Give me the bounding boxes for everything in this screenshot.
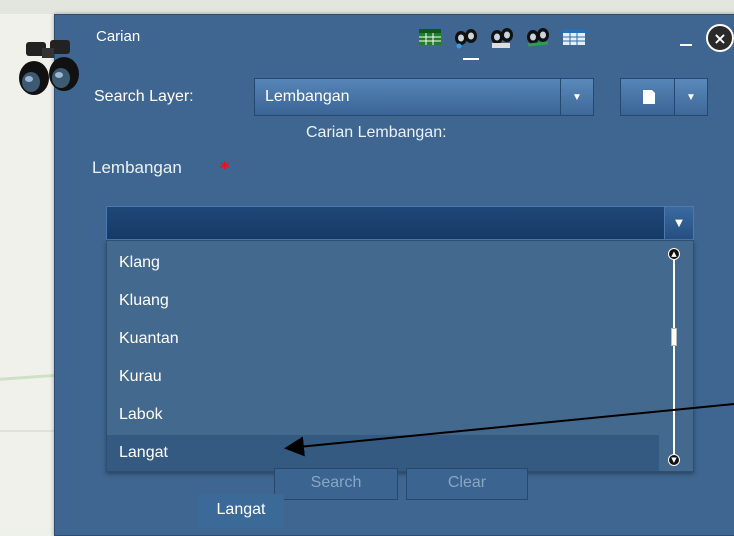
scroll-down-icon[interactable]: ▼ — [668, 454, 680, 466]
clear-button[interactable]: Clear — [406, 468, 528, 500]
scrollbar-track — [673, 258, 675, 458]
panel-title: Carian — [96, 28, 141, 45]
lembangan-field-label: Lembangan — [92, 158, 182, 177]
list-item[interactable]: Klang — [107, 245, 659, 281]
list-item[interactable]: Labok — [107, 397, 659, 433]
binoculars-query-icon[interactable] — [488, 24, 516, 50]
chevron-down-icon[interactable]: ▼ — [674, 79, 707, 115]
chevron-down-icon[interactable]: ▼ — [560, 79, 593, 115]
form-title: Carian Lembangan: — [306, 124, 447, 141]
search-button[interactable]: Search — [274, 468, 398, 500]
active-tool-indicator — [463, 58, 479, 60]
chevron-down-icon[interactable]: ▼ — [664, 207, 693, 239]
map-road — [0, 430, 60, 432]
scroll-up-icon[interactable]: ▲ — [668, 248, 680, 260]
list-item[interactable]: Kuantan — [107, 321, 659, 357]
dropdown-scrollbar[interactable]: ▲ ▼ — [668, 248, 680, 466]
table-icon[interactable] — [416, 24, 444, 50]
document-icon[interactable] — [621, 79, 677, 115]
binoculars-pin-icon[interactable] — [452, 24, 480, 50]
search-layer-label: Search Layer: — [94, 88, 194, 105]
list-item[interactable]: Kurau — [107, 359, 659, 395]
list-item-selected[interactable]: Langat — [107, 435, 659, 471]
selected-value-tab[interactable]: Langat — [198, 494, 284, 528]
lembangan-dropdown-list: Klang Kluang Kuantan Kurau Labok Langat — [106, 240, 694, 472]
toolbar — [416, 24, 588, 50]
search-layer-select[interactable]: Lembangan ▼ — [254, 78, 594, 116]
document-select[interactable]: ▼ — [620, 78, 708, 116]
search-layer-value: Lembangan — [265, 88, 350, 105]
binoculars-buffer-icon[interactable] — [524, 24, 552, 50]
scrollbar-thumb[interactable] — [671, 328, 677, 346]
minimize-icon[interactable] — [680, 44, 692, 46]
map-top-strip — [0, 0, 734, 14]
required-marker: * — [220, 158, 230, 179]
close-button[interactable]: × — [706, 24, 734, 52]
list-item[interactable]: Kluang — [107, 283, 659, 319]
lembangan-combobox[interactable]: ▼ — [106, 206, 694, 240]
binoculars-icon — [19, 40, 79, 95]
grid-icon[interactable] — [560, 24, 588, 50]
